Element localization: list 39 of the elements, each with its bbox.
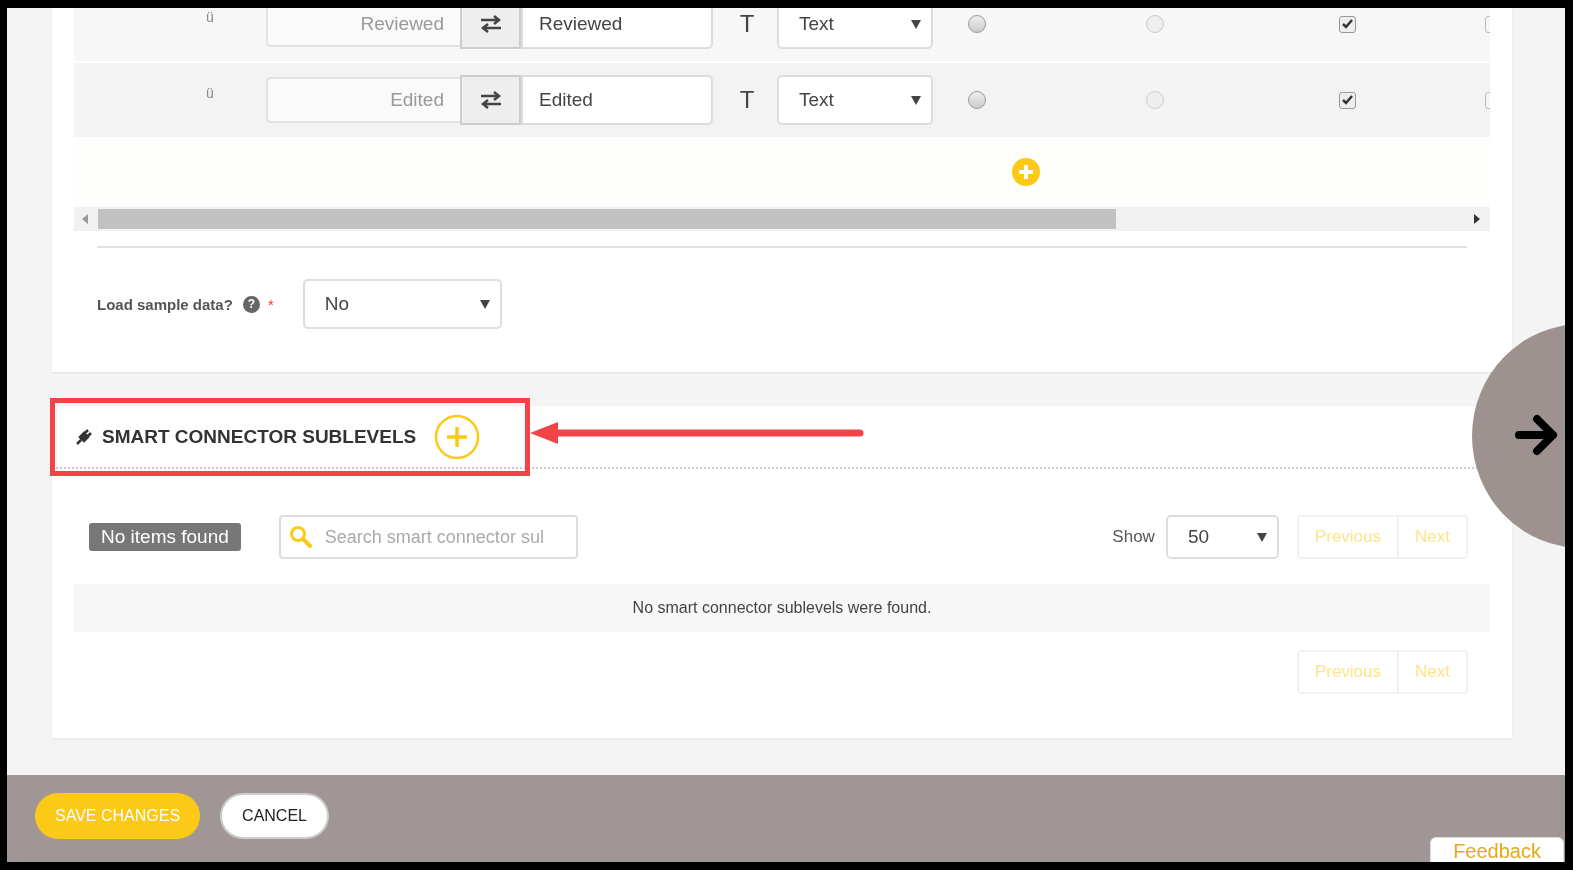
field-label: Load sample data? xyxy=(97,295,233,313)
row-marker: ü xyxy=(205,8,215,25)
type-label: T xyxy=(738,86,756,114)
scroll-left-icon[interactable] xyxy=(82,214,88,224)
select-field[interactable]: 50 xyxy=(1165,515,1279,559)
caret-icon xyxy=(911,95,921,105)
target-field[interactable]: Reviewed xyxy=(521,8,713,49)
cancel-button[interactable]: CANCEL xyxy=(220,792,329,839)
caret-icon xyxy=(479,299,490,309)
swap-button[interactable] xyxy=(460,75,521,125)
target-field[interactable]: Edited xyxy=(521,75,713,125)
status-badge: No items found xyxy=(89,523,241,551)
radio-button[interactable] xyxy=(968,15,986,33)
empty-message: No smart connector sublevels were found. xyxy=(74,584,1490,632)
required-mark: * xyxy=(267,295,274,313)
swap-button[interactable] xyxy=(460,8,521,49)
search-icon xyxy=(288,525,313,549)
type-label: T xyxy=(738,10,756,38)
show-label: Show xyxy=(1112,527,1155,547)
checkbox[interactable] xyxy=(1339,91,1356,109)
select-field[interactable]: Text xyxy=(777,8,933,49)
plug-icon xyxy=(74,428,92,445)
select-field[interactable]: No xyxy=(302,279,502,329)
arrow-icon[interactable] xyxy=(1515,413,1559,457)
radio-button[interactable] xyxy=(968,91,986,109)
scroll-right-icon[interactable] xyxy=(1474,214,1480,224)
caret-icon xyxy=(911,19,921,29)
horizontal-scrollbar[interactable] xyxy=(74,207,1490,231)
swap-icon xyxy=(479,15,502,33)
caret-icon xyxy=(1256,532,1267,542)
add-icon[interactable] xyxy=(1012,158,1040,186)
row-marker: ü xyxy=(205,84,215,101)
section-title: SMART CONNECTOR SUBLEVELS xyxy=(102,425,417,448)
checkbox[interactable] xyxy=(1339,15,1356,33)
add-icon[interactable] xyxy=(434,413,481,460)
select-field[interactable]: Text xyxy=(777,75,933,125)
swap-icon xyxy=(479,91,502,109)
search-field[interactable]: Search smart connector sul xyxy=(278,515,578,559)
help-icon[interactable]: ? xyxy=(242,295,260,313)
